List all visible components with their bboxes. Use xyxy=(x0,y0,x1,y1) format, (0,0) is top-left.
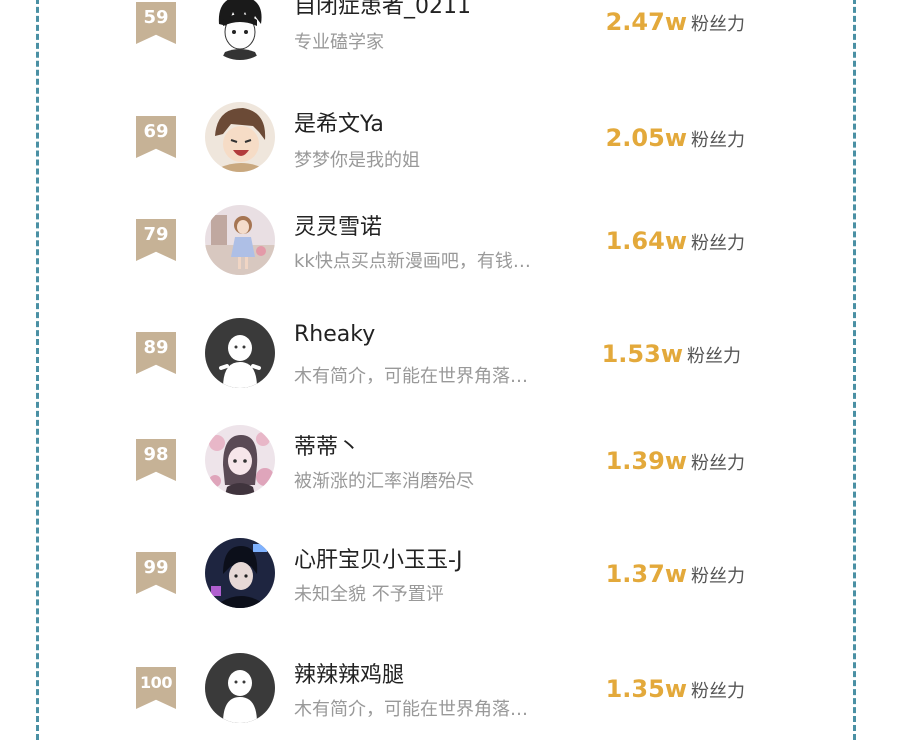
fan-power: 1.64w 粉丝力 xyxy=(600,227,745,255)
avatar[interactable] xyxy=(205,0,275,60)
user-bio: 木有简介，可能在世界角落… xyxy=(294,366,528,387)
fan-power-value: 2.05w xyxy=(605,124,687,152)
rank-badge: 89 xyxy=(136,332,176,374)
avatar[interactable] xyxy=(205,538,275,608)
list-item[interactable]: 79 灵灵雪诺 kk快点买点新漫画吧，有钱… 1.64w 粉丝力 xyxy=(0,203,900,293)
rank-badge: 99 xyxy=(136,552,176,594)
anime-flower-icon xyxy=(205,425,275,495)
rank-badge: 98 xyxy=(136,439,176,481)
list-item[interactable]: 69 是希文Ya 梦梦你是我的姐 2.05w 粉丝力 xyxy=(0,100,900,190)
rank-badge: 79 xyxy=(136,219,176,261)
rank-badge: 69 xyxy=(136,116,176,158)
avatar[interactable] xyxy=(205,102,275,172)
fan-power-value: 2.47w xyxy=(605,8,687,36)
avatar[interactable] xyxy=(205,653,275,723)
fan-power-unit: 粉丝力 xyxy=(691,566,745,587)
fan-power-unit: 粉丝力 xyxy=(687,346,741,367)
fan-power: 1.35w 粉丝力 xyxy=(600,675,745,703)
avatar[interactable] xyxy=(205,318,275,388)
user-bio: 被渐涨的汇率消磨殆尽 xyxy=(294,471,474,492)
anime-girl-icon xyxy=(205,205,275,275)
fan-power: 1.39w 粉丝力 xyxy=(600,447,745,475)
user-bio: kk快点买点新漫画吧，有钱… xyxy=(294,251,531,272)
fan-power: 1.37w 粉丝力 xyxy=(600,560,745,588)
user-name[interactable]: Rheaky xyxy=(294,322,375,347)
user-name[interactable]: 自闭症患者_0211 xyxy=(294,0,471,20)
anime-dark-icon xyxy=(205,538,275,608)
list-item[interactable]: 98 蒂蒂丶 被渐涨的汇率消磨殆尽 1.39w 粉丝力 xyxy=(0,425,900,515)
fan-power-value: 1.37w xyxy=(605,560,687,588)
user-bio: 木有简介，可能在世界角落… xyxy=(294,699,528,720)
anime-boy-sketch-icon xyxy=(205,0,275,60)
default-user-icon xyxy=(205,653,275,723)
avatar[interactable] xyxy=(205,205,275,275)
fan-power-unit: 粉丝力 xyxy=(691,14,745,35)
fan-power-unit: 粉丝力 xyxy=(691,130,745,151)
user-name[interactable]: 蒂蒂丶 xyxy=(294,429,360,461)
user-name[interactable]: 灵灵雪诺 xyxy=(294,209,382,241)
fan-power-value: 1.53w xyxy=(601,340,683,368)
user-bio: 专业磕学家 xyxy=(294,32,384,53)
list-item[interactable]: 99 心肝宝贝小玉玉-J 未知全貌 不予置评 1.37w 粉丝力 xyxy=(0,538,900,628)
fan-power-unit: 粉丝力 xyxy=(691,453,745,474)
user-name[interactable]: 是希文Ya xyxy=(294,106,384,138)
fan-power: 1.53w 粉丝力 xyxy=(596,340,741,368)
user-bio: 未知全貌 不予置评 xyxy=(294,584,444,605)
user-bio: 梦梦你是我的姐 xyxy=(294,150,420,171)
list-item[interactable]: 89 Rheaky 木有简介，可能在世界角落… 1.53w 粉丝力 xyxy=(0,318,900,408)
avatar[interactable] xyxy=(205,425,275,495)
user-name[interactable]: 心肝宝贝小玉玉-J xyxy=(294,542,462,574)
list-item[interactable]: 59 自闭症患者_0211 专业磕学家 2.47w 粉丝力 xyxy=(0,0,900,72)
fan-power-value: 1.35w xyxy=(605,675,687,703)
default-user-icon xyxy=(205,318,275,388)
list-item[interactable]: 100 辣辣辣鸡腿 木有简介，可能在世界角落… 1.35w 粉丝力 xyxy=(0,653,900,743)
anime-laughing-icon xyxy=(205,102,275,172)
rank-badge: 59 xyxy=(136,2,176,44)
fan-power: 2.47w 粉丝力 xyxy=(600,8,745,36)
fan-power: 2.05w 粉丝力 xyxy=(600,124,745,152)
fan-power-unit: 粉丝力 xyxy=(691,681,745,702)
fan-power-unit: 粉丝力 xyxy=(691,233,745,254)
fan-power-value: 1.39w xyxy=(605,447,687,475)
fan-power-value: 1.64w xyxy=(605,227,687,255)
user-name[interactable]: 辣辣辣鸡腿 xyxy=(294,657,404,689)
